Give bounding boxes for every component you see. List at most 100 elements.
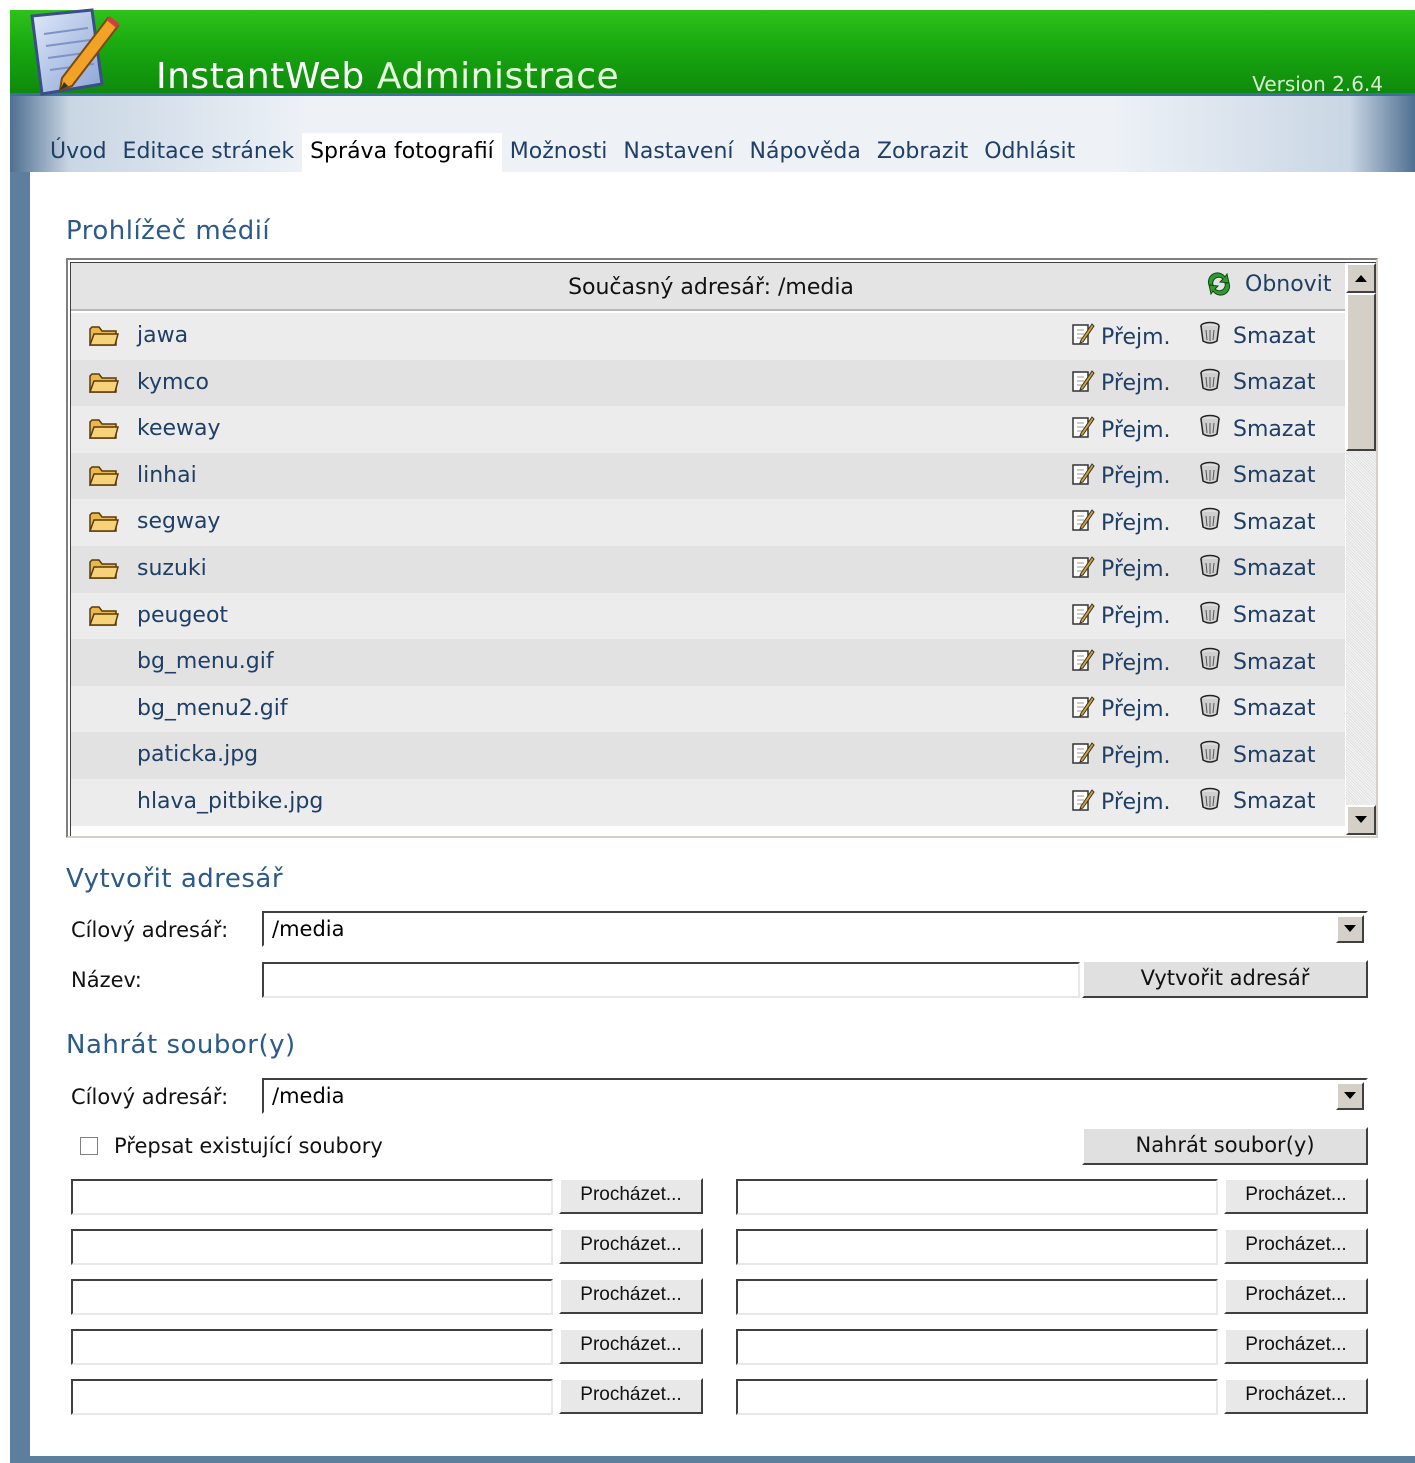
- delete-link[interactable]: Smazat: [1199, 507, 1316, 537]
- file-path-input[interactable]: [736, 1179, 1218, 1215]
- browse-button[interactable]: Procházet...: [1224, 1378, 1368, 1414]
- nav-item-uvod[interactable]: Úvod: [42, 133, 115, 172]
- notepad-pencil-logo-icon: [30, 8, 120, 96]
- browse-button[interactable]: Procházet...: [559, 1378, 703, 1414]
- list-item: paticka.jpg Přejm. Smazat: [71, 732, 1345, 779]
- rename-link[interactable]: Přejm.: [1071, 368, 1171, 400]
- edit-icon: [1071, 787, 1101, 819]
- file-path-input[interactable]: [71, 1179, 553, 1215]
- rename-link[interactable]: Přejm.: [1071, 414, 1171, 446]
- delete-label: Smazat: [1233, 416, 1316, 442]
- nav-item-odhlasit[interactable]: Odhlásit: [976, 133, 1083, 172]
- rename-link[interactable]: Přejm.: [1071, 461, 1171, 493]
- item-name-link[interactable]: hlava_pitbike.jpg: [137, 789, 323, 814]
- edit-icon: [1071, 507, 1101, 539]
- rename-link[interactable]: Přejm.: [1071, 787, 1171, 819]
- rename-link[interactable]: Přejm.: [1071, 554, 1171, 586]
- file-path-input[interactable]: [736, 1379, 1218, 1415]
- delete-link[interactable]: Smazat: [1199, 787, 1316, 817]
- list-item: bg_menu2.gif Přejm. Smazat: [71, 685, 1345, 733]
- rename-link[interactable]: Přejm.: [1071, 321, 1171, 353]
- nav-item-napoveda[interactable]: Nápověda: [742, 133, 869, 172]
- scroll-up-button[interactable]: [1346, 263, 1376, 293]
- trash-icon: [1199, 368, 1233, 398]
- browse-button[interactable]: Procházet...: [559, 1178, 703, 1214]
- item-name-link[interactable]: jawa: [137, 323, 188, 348]
- item-name-link[interactable]: keeway: [137, 416, 221, 441]
- file-path-input[interactable]: [736, 1229, 1218, 1265]
- rename-label: Přejm.: [1101, 464, 1171, 490]
- refresh-label: Obnovit: [1245, 271, 1332, 297]
- create-dir-target-select[interactable]: /media: [262, 911, 1368, 947]
- item-name-link[interactable]: paticka.jpg: [137, 742, 258, 767]
- nav-item-sprava-fotografii[interactable]: Správa fotografií: [302, 133, 502, 172]
- rename-link[interactable]: Přejm.: [1071, 647, 1171, 679]
- item-name-link[interactable]: peugeot: [137, 603, 228, 628]
- nav-item-moznosti[interactable]: Možnosti: [502, 133, 616, 172]
- upload-button[interactable]: Nahrát soubor(y): [1082, 1127, 1368, 1165]
- delete-link[interactable]: Smazat: [1199, 461, 1316, 491]
- browse-button[interactable]: Procházet...: [1224, 1178, 1368, 1214]
- nav-item-nastaveni[interactable]: Nastavení: [615, 133, 741, 172]
- delete-label: Smazat: [1233, 463, 1316, 489]
- chevron-down-icon[interactable]: [1336, 915, 1364, 943]
- delete-link[interactable]: Smazat: [1199, 554, 1316, 584]
- delete-link[interactable]: Smazat: [1199, 601, 1316, 631]
- list-item: keeway Přejm. Smazat: [71, 406, 1345, 453]
- media-browser-header: Současný adresář: /media Obnovit: [71, 263, 1345, 311]
- rename-label: Přejm.: [1101, 417, 1171, 443]
- trash-icon: [1199, 647, 1233, 677]
- create-dir-title: Vytvořit adresář: [66, 864, 284, 894]
- rename-link[interactable]: Přejm.: [1071, 601, 1171, 633]
- file-path-input[interactable]: [71, 1379, 553, 1415]
- file-path-input[interactable]: [71, 1279, 553, 1315]
- item-name-link[interactable]: bg_menu2.gif: [137, 696, 288, 721]
- item-name-link[interactable]: segway: [137, 509, 220, 534]
- create-dir-target-value: /media: [272, 917, 345, 941]
- edit-icon: [1071, 321, 1101, 353]
- item-name-link[interactable]: linhai: [137, 463, 197, 488]
- scroll-down-button[interactable]: [1346, 805, 1376, 835]
- nav-item-zobrazit[interactable]: Zobrazit: [869, 133, 976, 172]
- browse-button[interactable]: Procházet...: [1224, 1278, 1368, 1314]
- browse-button[interactable]: Procházet...: [559, 1328, 703, 1364]
- delete-link[interactable]: Smazat: [1199, 694, 1316, 724]
- trash-icon: [1199, 740, 1233, 770]
- chevron-down-icon[interactable]: [1336, 1082, 1364, 1110]
- media-browser-title: Prohlížeč médií: [66, 216, 271, 246]
- file-path-input[interactable]: [71, 1329, 553, 1365]
- delete-link[interactable]: Smazat: [1199, 368, 1316, 398]
- media-scrollbar[interactable]: [1346, 263, 1376, 835]
- list-item: jawa Přejm. Smazat: [71, 313, 1345, 360]
- refresh-link[interactable]: Obnovit: [1205, 271, 1331, 297]
- edit-icon: [1071, 461, 1101, 493]
- browse-button[interactable]: Procházet...: [559, 1228, 703, 1264]
- scroll-thumb[interactable]: [1346, 293, 1376, 451]
- upload-target-select[interactable]: /media: [262, 1078, 1368, 1114]
- rename-link[interactable]: Přejm.: [1071, 694, 1171, 726]
- browse-button[interactable]: Procházet...: [1224, 1228, 1368, 1264]
- rename-link[interactable]: Přejm.: [1071, 507, 1171, 539]
- app-header: InstantWeb Administrace Version 2.6.4: [10, 10, 1415, 97]
- item-name-link[interactable]: suzuki: [137, 556, 207, 581]
- folder-icon: [88, 465, 119, 491]
- browse-button[interactable]: Procházet...: [1224, 1328, 1368, 1364]
- delete-link[interactable]: Smazat: [1199, 740, 1316, 770]
- nav-item-editace-stranek[interactable]: Editace stránek: [115, 133, 303, 172]
- file-path-input[interactable]: [71, 1229, 553, 1265]
- dir-name-input[interactable]: [262, 962, 1080, 998]
- item-name-link[interactable]: kymco: [137, 370, 209, 395]
- item-name-link[interactable]: bg_menu.gif: [137, 649, 274, 674]
- delete-link[interactable]: Smazat: [1199, 414, 1316, 444]
- file-path-input[interactable]: [736, 1329, 1218, 1365]
- trash-icon: [1199, 414, 1233, 444]
- overwrite-checkbox[interactable]: [80, 1137, 98, 1155]
- create-dir-button[interactable]: Vytvořit adresář: [1082, 960, 1368, 998]
- rename-link[interactable]: Přejm.: [1071, 740, 1171, 772]
- browse-button[interactable]: Procházet...: [559, 1278, 703, 1314]
- delete-link[interactable]: Smazat: [1199, 647, 1316, 677]
- file-path-input[interactable]: [736, 1279, 1218, 1315]
- delete-label: Smazat: [1233, 323, 1316, 349]
- trash-icon: [1199, 787, 1233, 817]
- delete-link[interactable]: Smazat: [1199, 321, 1316, 351]
